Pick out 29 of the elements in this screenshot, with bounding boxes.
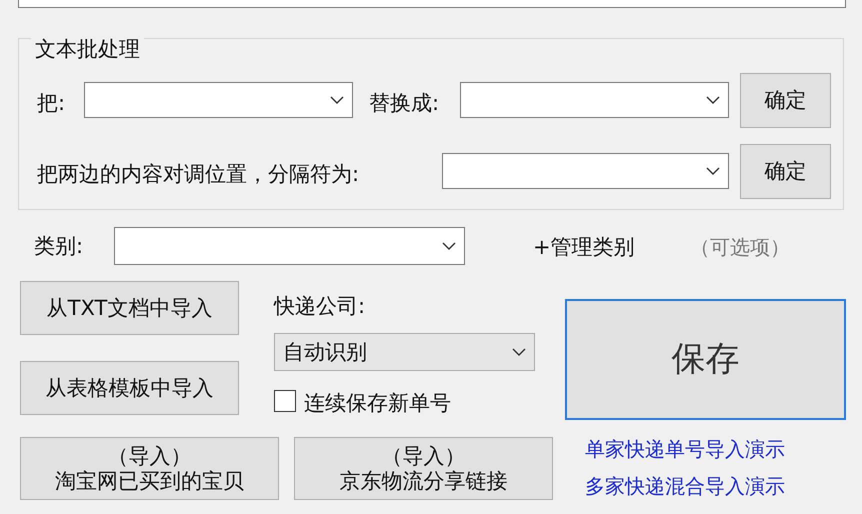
dropdown[interactable] <box>84 82 353 118</box>
field-label: 快递公司: <box>274 293 366 320</box>
import-button[interactable]: （导入） 京东物流分享链接 <box>294 437 553 500</box>
chevron-down-icon <box>330 96 344 104</box>
chevron-down-icon <box>706 96 720 104</box>
confirm-button[interactable]: 确定 <box>740 73 831 128</box>
chevron-down-icon <box>706 167 720 175</box>
field-label: 把两边的内容对调位置，分隔符为: <box>37 161 360 188</box>
dropdown[interactable] <box>114 227 465 265</box>
manage-category-link[interactable]: +管理类别 <box>533 233 635 261</box>
checkbox-label: 连续保存新单号 <box>304 390 451 417</box>
demo-link[interactable]: 单家快递单号导入演示 <box>585 436 785 463</box>
dropdown[interactable] <box>460 82 729 118</box>
field-label: 把: <box>37 90 66 117</box>
import-button[interactable]: （导入） 淘宝网已买到的宝贝 <box>20 437 279 500</box>
demo-link[interactable]: 多家快递混合导入演示 <box>585 473 785 500</box>
field-label: 类别: <box>34 233 84 260</box>
dropdown[interactable] <box>442 153 729 189</box>
dropdown[interactable]: 自动识别 <box>274 333 535 371</box>
dropdown-value: 自动识别 <box>283 339 367 366</box>
field-label: 替换成: <box>369 90 440 117</box>
import-button[interactable]: 从表格模板中导入 <box>20 361 239 415</box>
hint-text: （可选项） <box>690 234 790 261</box>
save-button[interactable]: 保存 <box>565 299 846 420</box>
confirm-button[interactable]: 确定 <box>740 144 831 199</box>
import-button[interactable]: 从TXT文档中导入 <box>20 281 239 335</box>
checkbox[interactable] <box>274 390 296 412</box>
chevron-down-icon <box>512 348 526 356</box>
chevron-down-icon <box>442 242 456 250</box>
